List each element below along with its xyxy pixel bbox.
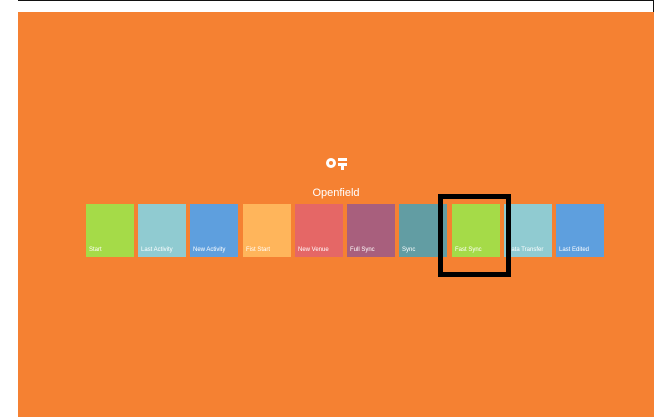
tile-label-last-edited: Last Edited: [559, 247, 590, 253]
tile-new-venue[interactable]: New Venue: [295, 204, 343, 257]
navigation-tile-row: Start Last Activity New Activity Fist St…: [86, 204, 606, 259]
tile-data-transfer[interactable]: Data Transfer: [504, 204, 552, 257]
tile-fist-start[interactable]: Fist Start: [243, 204, 291, 257]
tile-start[interactable]: Start: [86, 204, 134, 257]
openfield-logo-icon: [321, 157, 351, 173]
tile-label-fast-sync: Fast Sync: [455, 247, 482, 253]
tile-full-sync[interactable]: Full Sync: [347, 204, 395, 257]
tile-label-new-activity: New Activity: [193, 247, 226, 253]
tile-label-sync: Sync: [402, 247, 416, 253]
tile-new-activity[interactable]: New Activity: [190, 204, 238, 257]
tile-sync[interactable]: Sync: [399, 204, 447, 257]
tile-label-last-activity: Last Activity: [141, 247, 173, 253]
app-title: Openfield: [312, 187, 360, 199]
logo-f-top-bar: [338, 158, 347, 161]
tile-label-new-venue: New Venue: [298, 247, 329, 253]
tile-label-full-sync: Full Sync: [350, 247, 375, 253]
tile-label-fist-start: Fist Start: [246, 247, 271, 253]
tile-last-activity[interactable]: Last Activity: [138, 204, 186, 257]
logo-f-stem: [341, 163, 344, 170]
tile-label-data-transfer: Data Transfer: [507, 247, 544, 253]
tile-fast-sync[interactable]: Fast Sync: [452, 204, 500, 257]
logo-o-shape: [326, 158, 336, 168]
tile-label-start: Start: [89, 247, 102, 253]
app-branding: Openfield: [18, 157, 654, 199]
openfield-home-screen: Openfield Start Last Activity New Activi…: [18, 12, 654, 417]
left-margin: [0, 0, 18, 417]
tile-last-edited[interactable]: Last Edited: [556, 204, 604, 257]
